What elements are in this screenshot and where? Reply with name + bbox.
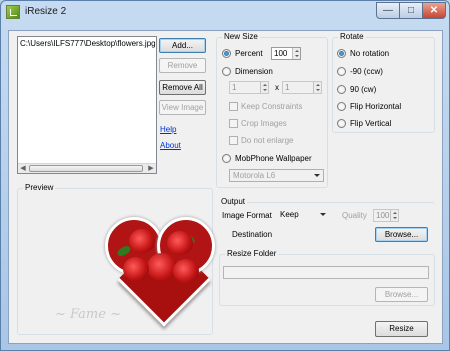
add-button[interactable]: Add... bbox=[159, 38, 206, 53]
image-format-value: Keep bbox=[280, 210, 299, 219]
rotate-radio-cw[interactable] bbox=[337, 85, 346, 94]
resize-folder-field[interactable] bbox=[223, 266, 429, 279]
image-format-label: Image Format bbox=[222, 211, 272, 220]
rotate-radio-flip-horizontal[interactable] bbox=[337, 102, 346, 111]
about-link[interactable]: About bbox=[160, 141, 181, 150]
quality-value: 100 bbox=[376, 211, 390, 220]
mobphone-label: MobPhone Wallpaper bbox=[235, 154, 312, 163]
image-format-select[interactable]: Keep bbox=[277, 209, 329, 222]
scrollbar-thumb[interactable] bbox=[29, 165, 143, 172]
rotate-radio-no-rotation[interactable] bbox=[337, 49, 346, 58]
window-title: iResize 2 bbox=[25, 6, 67, 17]
browse-folder-button[interactable]: Browse... bbox=[375, 287, 428, 302]
resize-button[interactable]: Resize bbox=[375, 321, 428, 337]
remove-all-button[interactable]: Remove All bbox=[159, 80, 206, 95]
horizontal-scrollbar[interactable]: ◀ ▶ bbox=[18, 163, 156, 173]
new-size-title: New Size bbox=[222, 32, 260, 41]
scroll-right-icon[interactable]: ▶ bbox=[146, 164, 156, 173]
width-spinner[interactable]: 1 bbox=[229, 81, 269, 94]
keep-constraints-checkbox[interactable] bbox=[229, 102, 238, 111]
rotate-option-label: Flip Vertical bbox=[350, 119, 392, 128]
chevron-down-icon bbox=[314, 174, 320, 177]
heart-image bbox=[105, 217, 219, 327]
file-list[interactable]: C:\Users\ILFS777\Desktop\flowers.jpg ◀ ▶ bbox=[17, 36, 157, 174]
spinner-arrows-icon[interactable] bbox=[313, 82, 321, 93]
rotate-title: Rotate bbox=[338, 32, 366, 41]
app-window: iResize 2 — □ ✕ C:\Users\ILFS777\Desktop… bbox=[0, 0, 450, 351]
rotate-option-label: Flip Horizontal bbox=[350, 102, 402, 111]
destination-field[interactable] bbox=[277, 227, 373, 240]
view-image-button[interactable]: View Image bbox=[159, 100, 206, 115]
spinner-arrows-icon[interactable] bbox=[292, 48, 300, 59]
rotate-radio-ccw[interactable] bbox=[337, 67, 346, 76]
quality-label: Quality bbox=[342, 211, 367, 220]
rotate-radio-flip-vertical[interactable] bbox=[337, 119, 346, 128]
dimension-label: Dimension bbox=[235, 67, 273, 76]
mobphone-radio[interactable] bbox=[222, 154, 231, 163]
mobphone-select[interactable]: Motorola L6 bbox=[229, 169, 324, 182]
browse-destination-button[interactable]: Browse... bbox=[375, 227, 428, 242]
percent-spinner[interactable]: 100 bbox=[271, 47, 301, 60]
mobphone-value: Motorola L6 bbox=[233, 171, 276, 180]
output-title: Output bbox=[219, 197, 248, 206]
app-icon bbox=[6, 5, 20, 19]
destination-label: Destination bbox=[232, 230, 273, 239]
minimize-button[interactable]: — bbox=[376, 2, 400, 19]
title-bar[interactable]: iResize 2 — □ ✕ bbox=[1, 1, 449, 23]
quality-spinner[interactable]: 100 bbox=[373, 209, 399, 222]
close-button[interactable]: ✕ bbox=[422, 2, 446, 19]
chevron-down-icon bbox=[320, 213, 326, 216]
do-not-enlarge-checkbox[interactable] bbox=[229, 136, 238, 145]
rotate-option-label: 90 (cw) bbox=[350, 85, 377, 94]
crop-images-label: Crop Images bbox=[241, 119, 287, 128]
list-item[interactable]: C:\Users\ILFS777\Desktop\flowers.jpg bbox=[20, 39, 156, 48]
height-value: 1 bbox=[285, 83, 290, 92]
spinner-arrows-icon[interactable] bbox=[260, 82, 268, 93]
do-not-enlarge-label: Do not enlarge bbox=[241, 136, 294, 145]
percent-value: 100 bbox=[274, 49, 288, 58]
remove-button[interactable]: Remove bbox=[159, 58, 206, 73]
preview-image: ~ Fame ~ bbox=[25, 193, 215, 341]
maximize-button[interactable]: □ bbox=[399, 2, 423, 19]
percent-label: Percent bbox=[235, 49, 263, 58]
dimension-radio[interactable] bbox=[222, 67, 231, 76]
help-link[interactable]: Help bbox=[160, 125, 176, 134]
keep-constraints-label: Keep Constraints bbox=[241, 102, 303, 111]
spinner-arrows-icon[interactable] bbox=[390, 210, 398, 221]
crop-images-checkbox[interactable] bbox=[229, 119, 238, 128]
scroll-left-icon[interactable]: ◀ bbox=[18, 164, 28, 173]
resize-folder-title: Resize Folder bbox=[225, 249, 279, 258]
preview-title: Preview bbox=[23, 183, 56, 192]
rotate-option-label: -90 (ccw) bbox=[350, 67, 383, 76]
times-label: x bbox=[275, 83, 279, 92]
rotate-option-label: No rotation bbox=[350, 49, 390, 58]
percent-radio[interactable] bbox=[222, 49, 231, 58]
client-area: C:\Users\ILFS777\Desktop\flowers.jpg ◀ ▶… bbox=[8, 30, 443, 344]
width-value: 1 bbox=[232, 83, 237, 92]
height-spinner[interactable]: 1 bbox=[282, 81, 322, 94]
